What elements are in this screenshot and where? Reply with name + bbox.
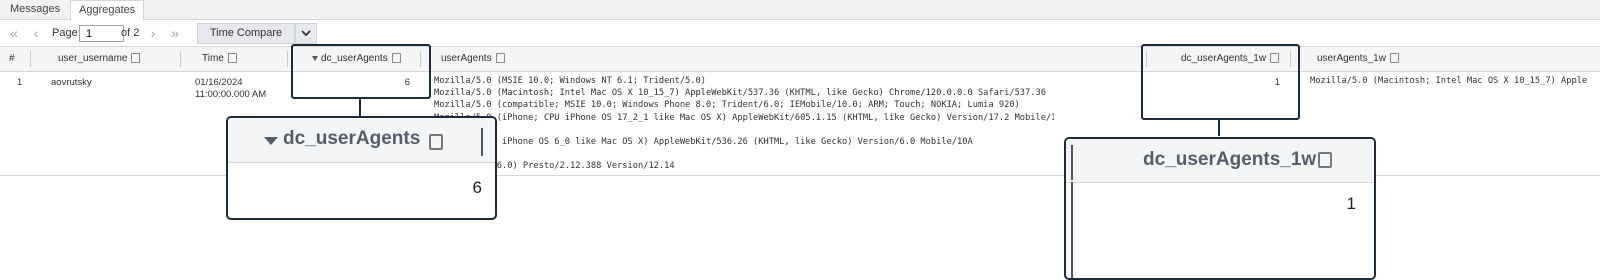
- column-header-user-username[interactable]: user_username: [58, 47, 141, 71]
- sort-desc-icon: [264, 137, 278, 145]
- column-header-label: userAgents: [441, 53, 492, 64]
- cell-useragents-1w: Mozilla/5.0 (Macintosh; Intel Mac OS X 1…: [1310, 76, 1588, 86]
- last-page-icon[interactable]: »: [167, 25, 183, 41]
- column-header-time[interactable]: Time: [202, 47, 237, 71]
- tab-aggregates[interactable]: Aggregates: [70, 0, 145, 21]
- time-compare-button[interactable]: Time Compare: [197, 23, 295, 44]
- cell-time-clock: 11:00:00.000 AM: [195, 89, 267, 100]
- previous-page-icon[interactable]: ‹: [28, 25, 44, 41]
- cell-time-date: 01/16/2024: [195, 77, 243, 88]
- callout-connector: [359, 97, 361, 116]
- copy-icon[interactable]: [1389, 53, 1399, 64]
- zoom-header: dc_userAgents_1w: [1066, 139, 1374, 183]
- chevron-down-icon: [301, 30, 311, 37]
- copy-icon: [1318, 152, 1332, 168]
- zoom-callout-dc-useragents: dc_userAgents 6: [226, 116, 497, 220]
- page-count-label: of 2: [121, 27, 140, 39]
- tab-messages[interactable]: Messages: [2, 0, 68, 19]
- column-header-index[interactable]: #: [9, 47, 15, 71]
- first-page-icon[interactable]: «: [6, 25, 22, 41]
- highlight-dc-useragents-1w: [1141, 44, 1300, 120]
- column-separator: [1071, 182, 1073, 278]
- tab-bar: Messages Aggregates: [0, 0, 1600, 21]
- time-compare-dropdown[interactable]: [295, 23, 317, 44]
- column-separator: [1071, 145, 1073, 180]
- row-index: 1: [17, 77, 23, 88]
- cell-useragents: Mozilla/5.0 (MSIE 10.0; Windows NT 6.1; …: [434, 76, 1054, 172]
- column-separator: [481, 128, 483, 156]
- page-label: Page:: [52, 27, 81, 39]
- zoom-value: 1: [1346, 194, 1356, 213]
- pagination-toolbar: « ‹ Page: of 2 › » Time Compare: [0, 20, 1600, 46]
- column-header-label: Time: [202, 53, 224, 64]
- cell-user-username: aovrutsky: [51, 77, 92, 88]
- copy-icon[interactable]: [495, 53, 505, 64]
- zoom-header: dc_userAgents: [228, 118, 495, 163]
- column-resize-handle[interactable]: [180, 51, 181, 67]
- zoom-header-label: dc_userAgents: [283, 128, 421, 149]
- copy-icon: [429, 134, 443, 150]
- zoom-callout-dc-useragents-1w: dc_userAgents_1w 1: [1064, 137, 1376, 280]
- column-resize-handle[interactable]: [30, 51, 31, 67]
- copy-icon[interactable]: [227, 53, 237, 64]
- highlight-dc-useragents: [291, 44, 431, 99]
- callout-connector: [1218, 118, 1220, 136]
- column-header-useragents-1w[interactable]: userAgents_1w: [1317, 47, 1399, 71]
- column-header-label: userAgents_1w: [1317, 53, 1386, 64]
- zoom-header-label: dc_userAgents_1w: [1143, 149, 1317, 170]
- column-resize-handle[interactable]: [287, 51, 288, 67]
- page-number-input[interactable]: [79, 25, 124, 42]
- column-header-label: user_username: [58, 53, 128, 64]
- zoom-value: 6: [472, 178, 482, 197]
- next-page-icon[interactable]: ›: [145, 25, 161, 41]
- table-header: # user_username Time dc_userAgents userA…: [0, 47, 1600, 72]
- copy-icon[interactable]: [131, 53, 141, 64]
- column-header-useragents[interactable]: userAgents: [441, 47, 505, 71]
